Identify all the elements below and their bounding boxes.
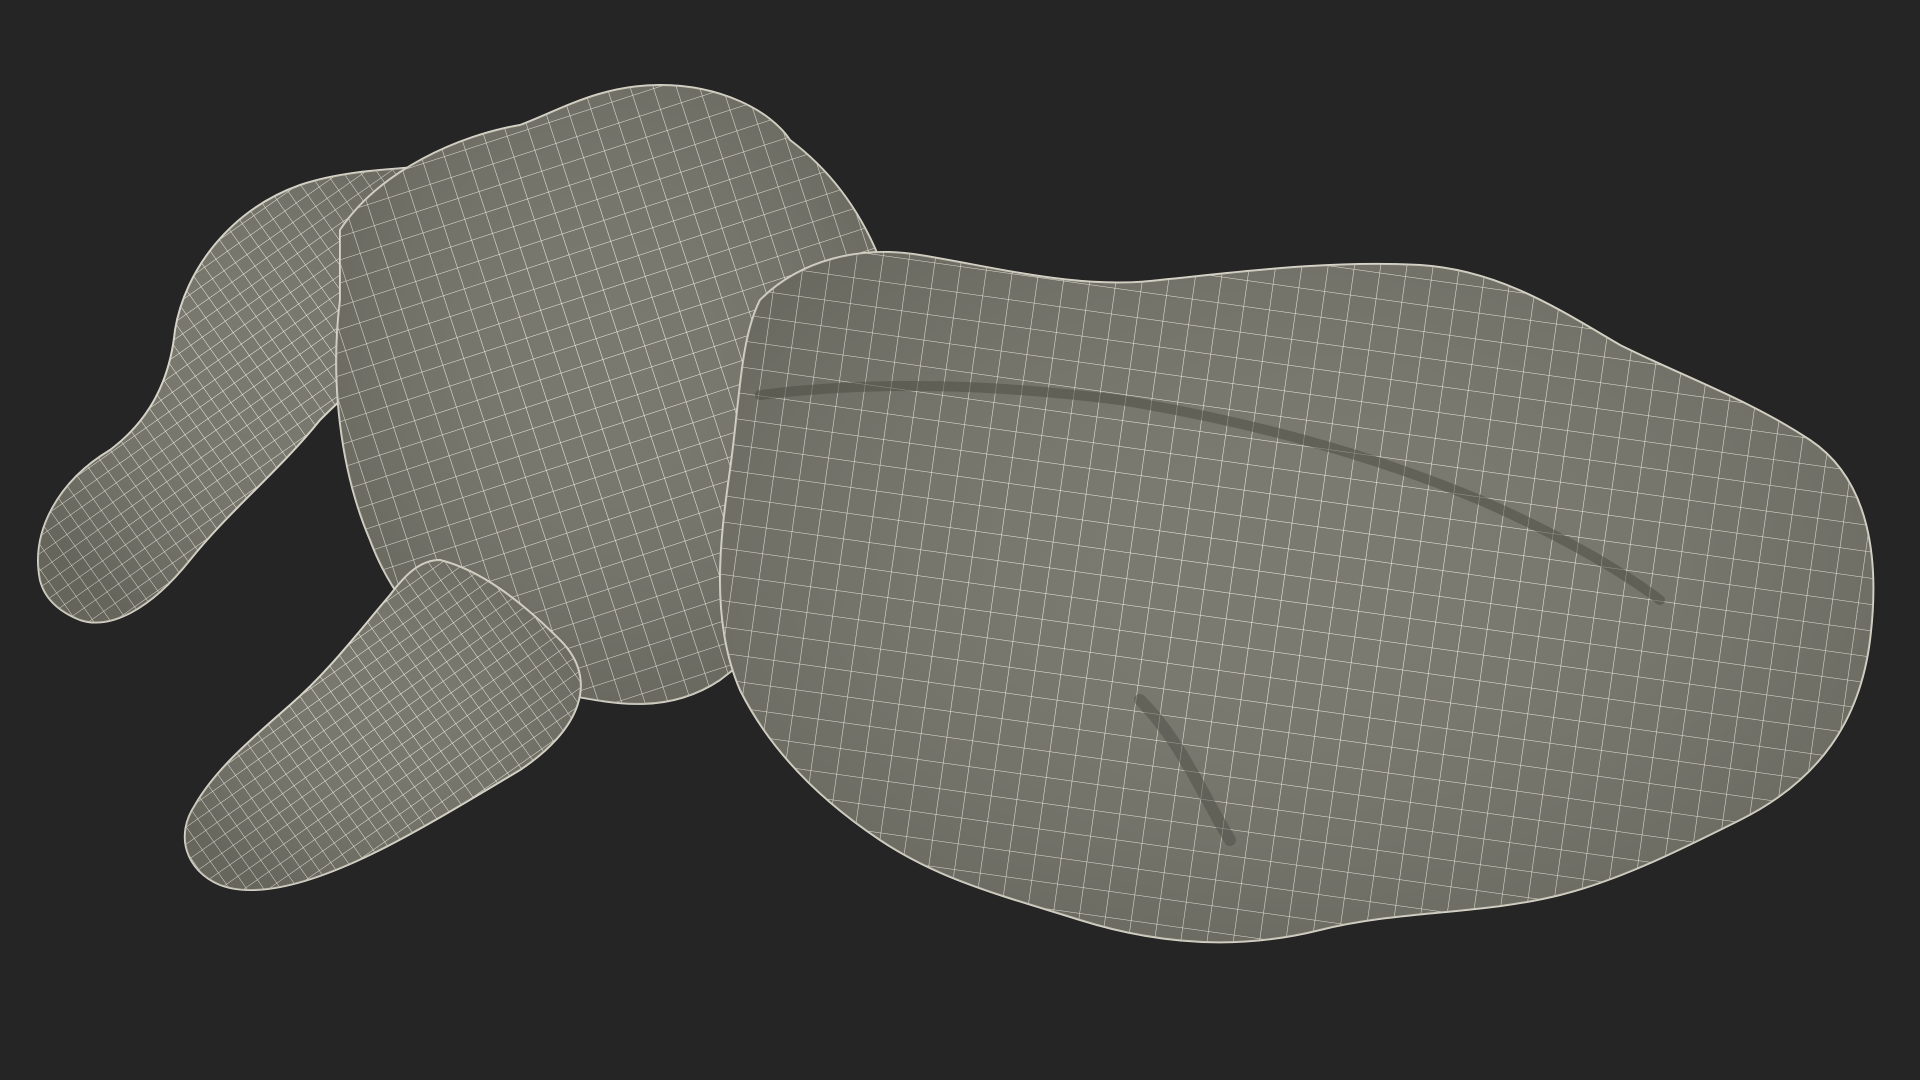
torso-mesh bbox=[719, 251, 1875, 944]
wireframe-model bbox=[37, 83, 1875, 944]
render-viewport bbox=[0, 0, 1920, 1080]
lower-limb-mesh bbox=[183, 558, 582, 892]
